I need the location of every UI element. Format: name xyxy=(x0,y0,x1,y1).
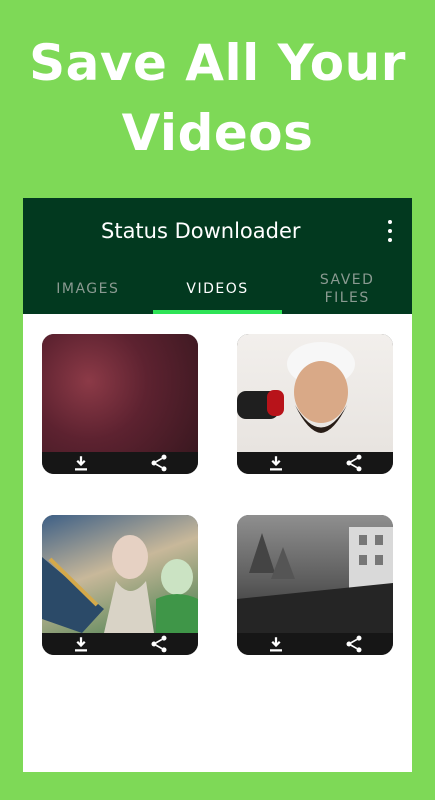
video-thumbnail[interactable] xyxy=(237,515,393,633)
tab-images[interactable]: IMAGES xyxy=(23,264,153,314)
tab-videos[interactable]: VIDEOS xyxy=(152,264,283,314)
video-action-bar xyxy=(237,452,393,474)
more-options-icon[interactable] xyxy=(386,220,394,242)
app-bar: Status Downloader IMAGES VIDEOS SAVED FI… xyxy=(23,198,412,314)
video-card[interactable] xyxy=(237,515,393,655)
promo-line-1: Save All Your xyxy=(29,34,406,92)
promo-line-2: Videos xyxy=(121,104,314,162)
share-icon[interactable] xyxy=(342,633,366,655)
video-thumbnail[interactable] xyxy=(42,334,198,452)
download-icon[interactable] xyxy=(69,633,93,655)
video-action-bar xyxy=(237,633,393,655)
video-action-bar xyxy=(42,633,198,655)
video-card[interactable] xyxy=(42,515,198,655)
tab-bar: IMAGES VIDEOS SAVED FILES xyxy=(23,264,412,314)
video-action-bar xyxy=(42,452,198,474)
download-icon[interactable] xyxy=(264,633,288,655)
video-card[interactable] xyxy=(237,334,393,474)
download-icon[interactable] xyxy=(264,452,288,474)
share-icon[interactable] xyxy=(342,452,366,474)
video-card[interactable] xyxy=(42,334,198,474)
tab-saved-files[interactable]: SAVED FILES xyxy=(282,264,412,314)
phone-screen: Status Downloader IMAGES VIDEOS SAVED FI… xyxy=(23,198,412,772)
download-icon[interactable] xyxy=(69,452,93,474)
app-title: Status Downloader xyxy=(101,219,301,243)
promo-headline: Save All Your Videos xyxy=(0,28,435,168)
video-thumbnail[interactable] xyxy=(237,334,393,452)
share-icon[interactable] xyxy=(147,452,171,474)
share-icon[interactable] xyxy=(147,633,171,655)
video-thumbnail[interactable] xyxy=(42,515,198,633)
